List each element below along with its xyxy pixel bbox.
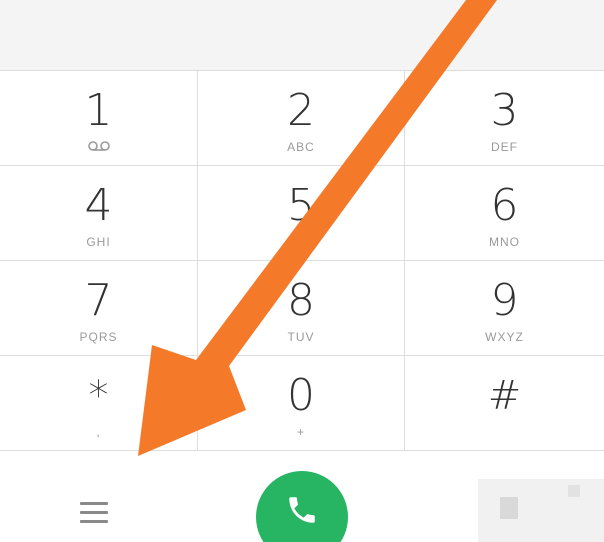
key-letters: ABC [287, 140, 315, 154]
key-letters: GHI [86, 235, 111, 249]
dialer-number-display [0, 0, 604, 71]
key-digit: 6 [490, 180, 519, 231]
key-digit: 9 [490, 275, 519, 326]
key-digit: 3 [490, 85, 519, 136]
key-1[interactable]: 1 [0, 71, 198, 166]
key-digit: # [487, 373, 522, 419]
dialer-action-bar [0, 451, 604, 542]
key-0[interactable]: 0 + [198, 356, 405, 451]
key-digit: 8 [287, 275, 315, 326]
key-digit: 7 [84, 275, 113, 326]
call-button[interactable] [256, 471, 348, 542]
key-star[interactable]: * , [0, 356, 198, 451]
menu-icon[interactable] [80, 502, 108, 528]
key-letters: + [296, 425, 305, 439]
key-3[interactable]: 3 DEF [405, 71, 604, 166]
key-digit: 1 [84, 85, 113, 136]
key-7[interactable]: 7 PQRS [0, 261, 198, 356]
key-letters: WXYZ [485, 330, 524, 344]
key-2[interactable]: 2 ABC [198, 71, 405, 166]
key-digit: * [88, 373, 109, 419]
key-hash[interactable]: # [405, 356, 604, 451]
key-digit: 4 [84, 180, 113, 231]
dial-keypad: 1 2 ABC 3 DEF 4 GHI 5 JKL 6 MNO 7 PQRS 8… [0, 71, 604, 451]
key-digit: 2 [287, 85, 315, 136]
phone-icon [289, 497, 315, 523]
key-8[interactable]: 8 TUV [198, 261, 405, 356]
key-4[interactable]: 4 GHI [0, 166, 198, 261]
key-digit: 0 [287, 370, 315, 421]
key-letters: MNO [489, 235, 520, 249]
key-letters: TUV [287, 330, 315, 344]
key-6[interactable]: 6 MNO [405, 166, 604, 261]
key-5[interactable]: 5 JKL [198, 166, 405, 261]
key-letters: , [96, 425, 101, 439]
key-letters: PQRS [79, 330, 118, 344]
key-letters: DEF [491, 140, 518, 154]
key-digit: 5 [287, 180, 315, 231]
blurred-watermark [478, 479, 604, 542]
voicemail-icon [87, 141, 110, 151]
key-9[interactable]: 9 WXYZ [405, 261, 604, 356]
key-letters: JKL [289, 235, 313, 249]
